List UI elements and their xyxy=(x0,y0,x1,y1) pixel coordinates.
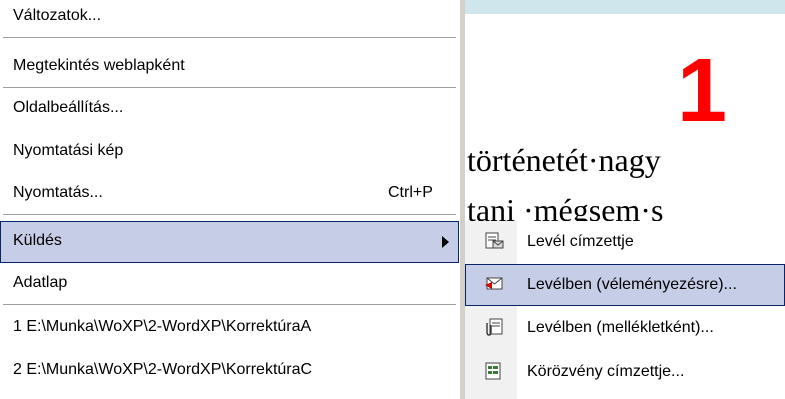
menu-item-recent-file-2[interactable]: 2 E:\Munka\WoXP\2-WordXP\KorrektúraC xyxy=(0,350,459,392)
submenu-item-label: Levélben (véleményezésre)... xyxy=(527,276,737,293)
submenu-arrow-icon xyxy=(442,236,449,248)
document-text-line: történetét·nagy xyxy=(467,142,661,178)
submenu-item-label: Körözvény címzettje... xyxy=(527,363,685,380)
submenu-item-mail-review[interactable]: Levélben (véleményezésre)... xyxy=(465,264,785,306)
menu-item-label: Megtekintés weblapként xyxy=(13,57,185,74)
send-submenu: Levél címzettje Levélben (véleményezésre… xyxy=(465,221,785,399)
menu-item-label: Nyomtatás... xyxy=(13,184,103,201)
file-menu: Változatok... Megtekintés weblapként Old… xyxy=(0,0,461,399)
menu-item-label: Küldés xyxy=(13,232,62,249)
routing-recipient-icon xyxy=(484,362,504,380)
menu-divider xyxy=(3,214,456,215)
menu-item-label: Oldalbeállítás... xyxy=(13,99,124,116)
menu-item-versions[interactable]: Változatok... xyxy=(0,0,459,38)
submenu-item-mail-recipient[interactable]: Levél címzettje xyxy=(465,221,785,263)
submenu-item-label: Levél címzettje xyxy=(527,233,634,250)
menu-item-shortcut: Ctrl+P xyxy=(388,184,433,201)
menu-divider xyxy=(3,304,456,305)
menu-item-web-preview[interactable]: Megtekintés weblapként xyxy=(0,46,459,88)
menu-item-label: 1 E:\Munka\WoXP\2-WordXP\KorrektúraA xyxy=(13,318,312,335)
menu-item-print-preview[interactable]: Nyomtatási kép xyxy=(0,131,459,173)
menu-divider xyxy=(3,37,456,38)
menu-item-label: Adatlap xyxy=(13,274,68,291)
menu-item-label: Nyomtatási kép xyxy=(13,142,124,159)
submenu-item-routing-recipient[interactable]: Körözvény címzettje... xyxy=(465,351,785,393)
menu-item-properties[interactable]: Adatlap xyxy=(0,263,459,305)
menu-item-send[interactable]: Küldés xyxy=(0,221,459,263)
menu-item-label: 2 E:\Munka\WoXP\2-WordXP\KorrektúraC xyxy=(13,361,313,378)
mail-attachment-icon xyxy=(484,318,504,336)
submenu-item-label: Levélben (mellékletként)... xyxy=(527,319,714,336)
page-number: 1 xyxy=(677,41,728,141)
mail-recipient-icon xyxy=(484,232,504,250)
menu-item-print[interactable]: Nyomtatás... Ctrl+P xyxy=(0,173,459,215)
menu-item-label: Változatok... xyxy=(13,7,102,24)
mail-review-icon xyxy=(484,275,504,293)
submenu-item-mail-attachment[interactable]: Levélben (mellékletként)... xyxy=(465,307,785,349)
menu-item-page-setup[interactable]: Oldalbeállítás... xyxy=(0,88,459,130)
menu-item-recent-file-1[interactable]: 1 E:\Munka\WoXP\2-WordXP\KorrektúraA xyxy=(0,307,459,349)
